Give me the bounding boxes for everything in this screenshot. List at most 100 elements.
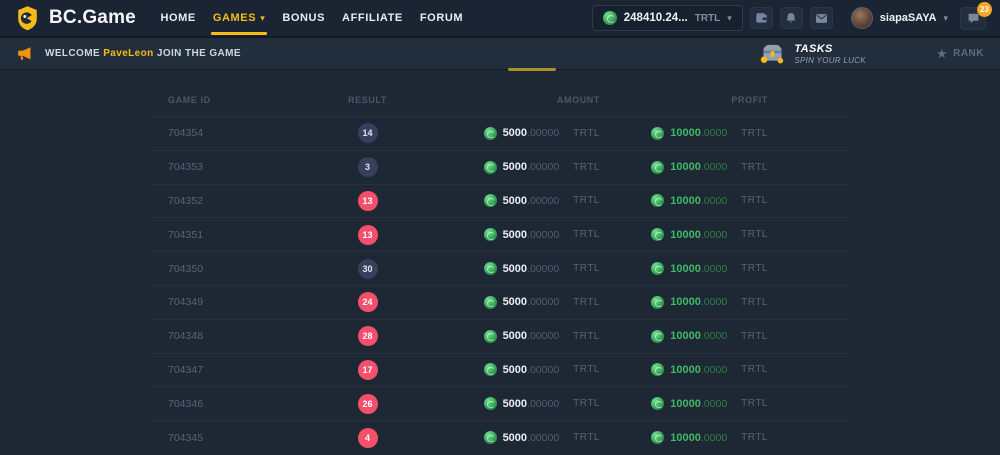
column-header-game-id: GAME ID	[150, 95, 310, 105]
result-badge: 14	[358, 123, 378, 143]
main-content: GAME ID RESULT AMOUNT PROFIT 704354 14 5…	[0, 70, 1000, 455]
game-id: 704347	[150, 364, 310, 376]
wallet-icon	[755, 12, 768, 25]
trtl-coin-icon	[651, 397, 664, 410]
envelope-icon	[815, 13, 828, 24]
trtl-coin-icon	[651, 127, 664, 140]
balance-currency: TRTL	[695, 13, 721, 24]
table-row[interactable]: 704351 13 5000.00000 TRTL 10000.0000 TRT…	[150, 217, 850, 251]
profit-currency: TRTL	[741, 364, 768, 375]
result-badge: 28	[358, 326, 378, 346]
profit-cell: 10000.0000 TRTL	[600, 363, 850, 376]
result-badge: 3	[358, 157, 378, 177]
table-row[interactable]: 704352 13 5000.00000 TRTL 10000.0000 TRT…	[150, 184, 850, 218]
table-row[interactable]: 704346 26 5000.00000 TRTL 10000.0000 TRT…	[150, 386, 850, 420]
profit-cell: 10000.0000 TRTL	[600, 262, 850, 275]
profit-cell: 10000.0000 TRTL	[600, 397, 850, 410]
amount-cell: 5000.00000 TRTL	[425, 397, 600, 410]
column-header-profit: PROFIT	[600, 95, 850, 105]
column-header-result: RESULT	[310, 95, 425, 105]
trtl-coin-icon	[484, 296, 497, 309]
amount-currency: TRTL	[573, 297, 600, 308]
amount-currency: TRTL	[573, 195, 600, 206]
balance-selector[interactable]: 248410.24... TRTL ▾	[592, 5, 743, 31]
welcome-right: TASKS SPIN YOUR LUCK ★ RANK	[760, 43, 984, 65]
chevron-down-icon: ▾	[260, 14, 265, 23]
nav-forum[interactable]: FORUM	[411, 0, 471, 36]
trtl-coin-icon	[651, 161, 664, 174]
chat-button[interactable]: 23	[960, 7, 986, 30]
table-row[interactable]: 704354 14 5000.00000 TRTL 10000.0000 TRT…	[150, 116, 850, 150]
game-id: 704351	[150, 229, 310, 241]
table-row[interactable]: 704350 30 5000.00000 TRTL 10000.0000 TRT…	[150, 251, 850, 285]
table-row[interactable]: 704348 28 5000.00000 TRTL 10000.0000 TRT…	[150, 319, 850, 353]
amount-currency: TRTL	[573, 398, 600, 409]
bell-icon	[785, 12, 797, 24]
trtl-coin-icon	[484, 262, 497, 275]
profit-currency: TRTL	[741, 432, 768, 443]
trtl-coin-icon	[651, 363, 664, 376]
app-root: BC.Game HOME GAMES▾ BONUS AFFILIATE FORU…	[0, 0, 1000, 455]
nav-home[interactable]: HOME	[152, 0, 204, 36]
table-row[interactable]: 704349 24 5000.00000 TRTL 10000.0000 TRT…	[150, 285, 850, 319]
amount-cell: 5000.00000 TRTL	[425, 228, 600, 241]
trtl-coin-icon	[484, 127, 497, 140]
nav-affiliate[interactable]: AFFILIATE	[334, 0, 412, 36]
welcome-username: PaveLeon	[103, 48, 153, 59]
brand-name: BC.Game	[49, 7, 136, 29]
trtl-coin-icon	[484, 363, 497, 376]
table-body: 704354 14 5000.00000 TRTL 10000.0000 TRT…	[150, 116, 850, 454]
tasks-subtitle: SPIN YOUR LUCK	[794, 56, 866, 65]
active-tab-indicator[interactable]	[508, 68, 556, 71]
wallet-button[interactable]	[750, 7, 773, 29]
result-badge: 30	[358, 259, 378, 279]
game-id: 704354	[150, 127, 310, 139]
tasks-link[interactable]: TASKS SPIN YOUR LUCK	[760, 43, 866, 65]
game-id: 704348	[150, 330, 310, 342]
announcement-bar: WELCOME PaveLeon JOIN THE GAME TASKS	[0, 38, 1000, 70]
brand-logo[interactable]: BC.Game	[14, 5, 136, 32]
messages-button[interactable]	[810, 7, 833, 29]
rank-link[interactable]: ★ RANK	[936, 47, 984, 60]
notifications-button[interactable]	[780, 7, 803, 29]
result-badge: 13	[358, 225, 378, 245]
amount-currency: TRTL	[573, 432, 600, 443]
table-row[interactable]: 704345 4 5000.00000 TRTL 10000.0000 TRTL	[150, 420, 850, 454]
amount-cell: 5000.00000 TRTL	[425, 330, 600, 343]
amount-currency: TRTL	[573, 364, 600, 375]
trtl-coin-icon	[484, 194, 497, 207]
amount-currency: TRTL	[573, 162, 600, 173]
trtl-coin-icon	[484, 397, 497, 410]
username: siapaSAYA	[880, 12, 937, 24]
profit-cell: 10000.0000 TRTL	[600, 228, 850, 241]
trtl-coin-icon	[484, 431, 497, 444]
amount-currency: TRTL	[573, 229, 600, 240]
game-id: 704345	[150, 432, 310, 444]
bcgame-logo-icon	[14, 5, 41, 32]
amount-currency: TRTL	[573, 263, 600, 274]
profit-cell: 10000.0000 TRTL	[600, 296, 850, 309]
profit-cell: 10000.0000 TRTL	[600, 194, 850, 207]
profit-currency: TRTL	[741, 263, 768, 274]
table-row[interactable]: 704347 17 5000.00000 TRTL 10000.0000 TRT…	[150, 353, 850, 387]
topbar-right: 248410.24... TRTL ▾	[592, 5, 986, 31]
result-badge: 24	[358, 292, 378, 312]
amount-cell: 5000.00000 TRTL	[425, 194, 600, 207]
chevron-down-icon: ▾	[727, 14, 732, 23]
user-menu[interactable]: siapaSAYA ▾	[851, 7, 948, 29]
trtl-coin-icon	[651, 330, 664, 343]
nav-games[interactable]: GAMES▾	[204, 0, 273, 36]
tasks-title: TASKS	[794, 43, 866, 55]
table-row[interactable]: 704353 3 5000.00000 TRTL 10000.0000 TRTL	[150, 150, 850, 184]
amount-cell: 5000.00000 TRTL	[425, 363, 600, 376]
game-id: 704353	[150, 161, 310, 173]
nav-bonus[interactable]: BONUS	[274, 0, 334, 36]
game-id: 704349	[150, 296, 310, 308]
welcome-message: WELCOME PaveLeon JOIN THE GAME	[45, 48, 241, 59]
main-nav: HOME GAMES▾ BONUS AFFILIATE FORUM	[152, 0, 472, 36]
star-icon: ★	[936, 47, 948, 60]
trtl-coin-icon	[651, 228, 664, 241]
profit-cell: 10000.0000 TRTL	[600, 431, 850, 444]
table-header: GAME ID RESULT AMOUNT PROFIT	[150, 84, 850, 116]
amount-cell: 5000.00000 TRTL	[425, 262, 600, 275]
